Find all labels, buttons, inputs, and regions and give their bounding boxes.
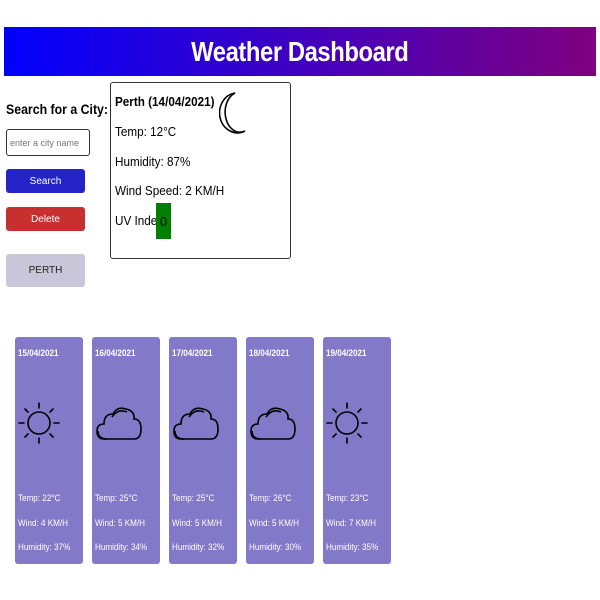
forecast-wind: Wind: 5 KM/H: [95, 518, 145, 528]
forecast-date: 15/04/2021: [18, 348, 59, 358]
forecast-date: 18/04/2021: [249, 348, 290, 358]
app-header: Weather Dashboard: [4, 27, 596, 76]
search-heading: Search for a City:: [6, 101, 109, 117]
cloud-icon: [173, 407, 219, 440]
forecast-card: 15/04/2021 Temp: 22°C Wind: 4 KM/H Humid…: [15, 337, 83, 564]
forecast-temp: Temp: 26°C: [249, 493, 292, 503]
forecast-wind: Wind: 4 KM/H: [18, 518, 68, 528]
forecast-card: 18/04/2021 Temp: 26°C Wind: 5 KM/H Humid…: [246, 337, 314, 564]
cloud-icon: [250, 407, 296, 440]
history-city-button[interactable]: PERTH: [6, 254, 85, 287]
moon-icon: [219, 92, 246, 134]
forecast-wind: Wind: 7 KM/H: [326, 518, 376, 528]
cloud-icon: [96, 407, 142, 440]
forecast-humidity: Humidity: 34%: [95, 542, 148, 552]
forecast-wind: Wind: 5 KM/H: [249, 518, 299, 528]
forecast-date: 17/04/2021: [172, 348, 213, 358]
forecast-date: 19/04/2021: [326, 348, 367, 358]
forecast-date: 16/04/2021: [95, 348, 136, 358]
forecast-temp: Temp: 23°C: [326, 493, 369, 503]
forecast-humidity: Humidity: 30%: [249, 542, 302, 552]
forecast-temp: Temp: 25°C: [172, 493, 215, 503]
current-wind: Wind Speed: 2 KM/H: [115, 183, 225, 198]
forecast-card: 17/04/2021 Temp: 25°C Wind: 5 KM/H Humid…: [169, 337, 237, 564]
current-weather-card: Perth (14/04/2021) Temp: 12°C Humidity: …: [110, 82, 291, 259]
forecast-humidity: Humidity: 37%: [18, 542, 71, 552]
forecast-humidity: Humidity: 35%: [326, 542, 379, 552]
search-button[interactable]: Search: [6, 169, 85, 193]
forecast-card: 16/04/2021 Temp: 25°C Wind: 5 KM/H Humid…: [92, 337, 160, 564]
forecast-wind: Wind: 5 KM/H: [172, 518, 222, 528]
forecast-humidity: Humidity: 32%: [172, 542, 225, 552]
page-title: Weather Dashboard: [191, 35, 409, 67]
current-temp: Temp: 12°C: [115, 124, 177, 139]
city-search-input[interactable]: [6, 129, 90, 156]
current-humidity: Humidity: 87%: [115, 154, 191, 169]
forecast-temp: Temp: 22°C: [18, 493, 61, 503]
current-city-title: Perth (14/04/2021): [115, 94, 215, 109]
forecast-temp: Temp: 25°C: [95, 493, 138, 503]
forecast-card: 19/04/2021 Temp: 23°C Wind: 7 KM/H Humid…: [323, 337, 391, 564]
delete-button[interactable]: Delete: [6, 207, 85, 231]
sun-icon: [18, 402, 60, 444]
sun-icon: [326, 402, 368, 444]
uv-index-badge: 0: [156, 203, 171, 239]
